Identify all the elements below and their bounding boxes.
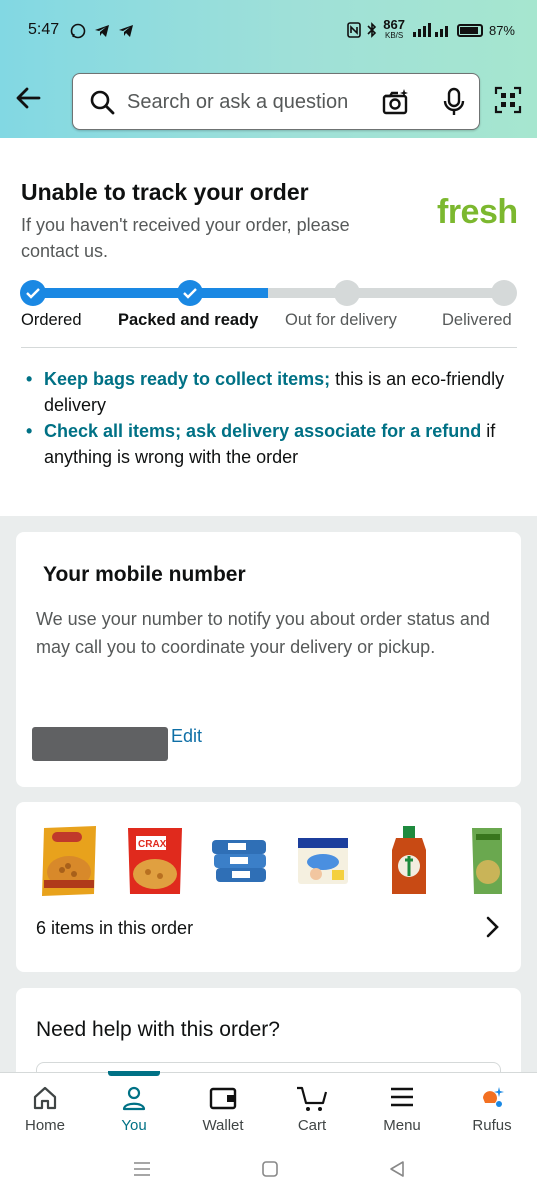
telegram-icon [94, 25, 109, 38]
nav-you[interactable]: You [89, 1073, 179, 1145]
order-items-card[interactable]: CRAX 6 items in this order [16, 802, 521, 972]
progress-bar-complete [33, 288, 268, 298]
nav-label: Menu [383, 1117, 421, 1134]
net-speed: 867 [383, 17, 405, 32]
wallet-icon [209, 1087, 237, 1110]
home-button-icon[interactable] [261, 1160, 279, 1178]
back-button[interactable] [14, 84, 44, 114]
system-indicators: 867 KB/S 87% [347, 17, 515, 40]
mobile-number-card: Your mobile number We use your number to… [16, 532, 521, 787]
microphone-icon[interactable] [441, 87, 467, 117]
item-thumbnail-antiseptic [392, 826, 426, 894]
item-thumbnail-namkeen [42, 826, 96, 896]
header: 5:47 867 KB/S 87% [0, 0, 537, 138]
nav-home[interactable]: Home [0, 1073, 90, 1145]
nav-label: You [121, 1117, 147, 1134]
search-bar[interactable] [72, 73, 480, 130]
nav-label: Wallet [202, 1117, 244, 1134]
item-thumbnail-snack [472, 828, 502, 894]
camera-lens-icon[interactable] [381, 87, 411, 117]
edit-phone-link[interactable]: Edit [171, 726, 202, 747]
nav-label: Cart [297, 1117, 327, 1134]
svg-text:CRAX: CRAX [138, 839, 167, 850]
step-out-for-delivery-dot [334, 280, 360, 306]
help-title: Need help with this order? [36, 1018, 280, 1041]
recent-apps-icon[interactable] [133, 1160, 151, 1178]
tip-highlight: Keep bags ready to collect items; [44, 369, 331, 389]
tracking-section: Unable to track your order If you haven'… [0, 138, 537, 516]
tip-item: Keep bags ready to collect items; this i… [24, 366, 514, 418]
tracking-title: Unable to track your order [21, 179, 309, 205]
net-unit: KB/S [385, 31, 404, 40]
nav-wallet[interactable]: Wallet [178, 1073, 268, 1145]
delivery-tips: Keep bags ready to collect items; this i… [24, 366, 514, 470]
step-ordered-check-icon [20, 280, 46, 306]
cart-icon [297, 1086, 328, 1111]
notification-icons [70, 22, 134, 39]
item-thumbnail-diapers [298, 838, 348, 884]
signal-icon [412, 23, 448, 37]
progress-bar-remaining [268, 288, 504, 298]
status-bar: 5:47 867 KB/S 87% [0, 0, 537, 60]
system-navigation [0, 1144, 537, 1200]
step-label-delivered: Delivered [442, 311, 512, 329]
step-packed-check-icon [177, 280, 203, 306]
rufus-icon [483, 1087, 504, 1107]
back-triangle-icon[interactable] [388, 1160, 406, 1178]
nav-label: Home [24, 1117, 65, 1134]
menu-icon [391, 1087, 413, 1107]
nav-menu[interactable]: Menu [357, 1073, 447, 1145]
divider [21, 347, 517, 348]
mobile-card-title: Your mobile number [43, 563, 246, 586]
step-label-ordered: Ordered [21, 311, 82, 329]
search-icon [90, 90, 115, 115]
fresh-logo: fresh [437, 193, 518, 231]
qr-scan-icon[interactable] [494, 86, 522, 114]
mobile-card-body: We use your number to notify you about o… [36, 609, 490, 657]
battery-icon [456, 23, 483, 37]
chevron-right-icon[interactable] [484, 915, 500, 939]
nfc-icon [347, 22, 362, 38]
home-icon [33, 1086, 57, 1110]
nav-label: Rufus [472, 1117, 512, 1134]
back-arrow-icon [16, 87, 41, 109]
items-count: 6 items in this order [36, 918, 194, 938]
nav-cart[interactable]: Cart [267, 1073, 357, 1145]
search-input[interactable] [127, 88, 367, 116]
bottom-nav: Home You Wallet Cart Menu Rufus [0, 1071, 537, 1145]
battery-percent: 87% [488, 22, 515, 38]
whatsapp-icon [70, 23, 86, 39]
step-delivered-dot [491, 280, 517, 306]
status-time: 5:47 [28, 21, 60, 38]
user-icon [122, 1086, 146, 1111]
bluetooth-icon [367, 22, 377, 38]
step-label-out-for-delivery: Out for delivery [285, 311, 397, 329]
masked-phone-number [32, 727, 168, 761]
item-thumbnail-wipes [212, 840, 266, 882]
item-thumbnail-crax: CRAX [128, 828, 182, 894]
step-label-packed: Packed and ready [118, 311, 259, 329]
tracking-subtitle: If you haven't received your order, plea… [21, 215, 350, 261]
tip-item: Check all items; ask delivery associate … [24, 418, 514, 470]
tip-highlight: Check all items; ask delivery associate … [44, 421, 482, 441]
nav-rufus[interactable]: Rufus [447, 1073, 537, 1145]
telegram-icon [118, 25, 133, 38]
